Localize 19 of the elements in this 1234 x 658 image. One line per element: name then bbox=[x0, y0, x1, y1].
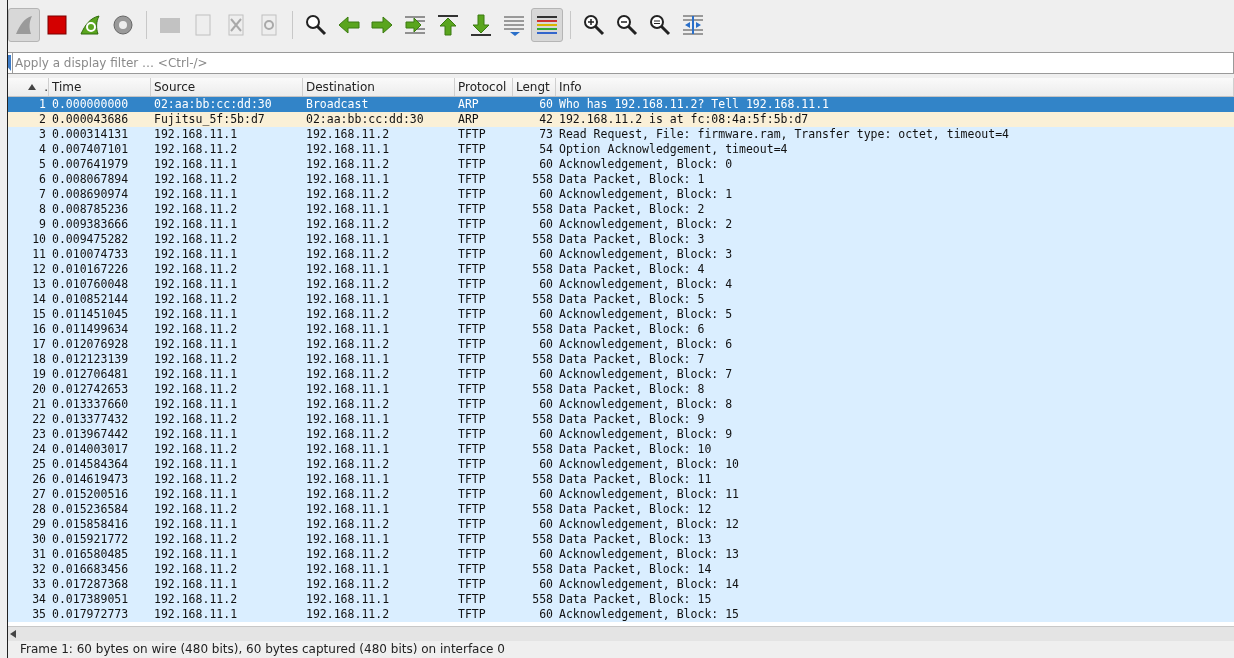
column-header[interactable]: Time bbox=[49, 77, 151, 96]
restart-icon bbox=[78, 12, 102, 37]
column-header[interactable]: Source bbox=[151, 77, 303, 96]
settings-icon bbox=[111, 12, 135, 37]
last-packet-icon bbox=[469, 12, 493, 37]
stop-icon bbox=[45, 12, 69, 37]
zoom-reset-icon bbox=[648, 12, 672, 37]
zoom-out-icon bbox=[615, 12, 639, 37]
column-header[interactable]: . bbox=[8, 77, 49, 96]
scroll-left-icon[interactable] bbox=[10, 630, 16, 639]
column-header[interactable]: Destination bbox=[303, 77, 455, 96]
toolbar-button[interactable] bbox=[531, 7, 563, 42]
search-icon bbox=[304, 12, 328, 37]
column-header[interactable]: Info bbox=[556, 77, 1234, 96]
first-packet-icon bbox=[436, 12, 460, 37]
column-header[interactable]: Lengt bbox=[513, 77, 556, 96]
column-header[interactable]: Protocol bbox=[455, 77, 513, 96]
resize-columns-icon bbox=[681, 12, 705, 37]
zoom-in-icon bbox=[582, 12, 606, 37]
